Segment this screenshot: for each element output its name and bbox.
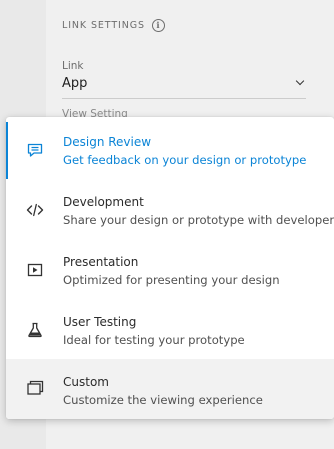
section-title: LINK SETTINGS (62, 20, 145, 31)
link-label: Link (62, 60, 84, 72)
view-setting-menu: Design Review Get feedback on your desig… (6, 117, 334, 419)
link-value: App (62, 76, 88, 91)
menu-item-custom[interactable]: Custom Customize the viewing experience (6, 359, 334, 419)
menu-item-description: Optimized for presenting your design (63, 273, 280, 287)
menu-item-presentation[interactable]: Presentation Optimized for presenting yo… (6, 239, 334, 299)
flask-icon (26, 321, 44, 339)
menu-item-title: Custom (63, 375, 109, 389)
menu-item-development[interactable]: Development Share your design or prototy… (6, 179, 334, 239)
code-icon (26, 201, 44, 219)
menu-item-title: User Testing (63, 315, 137, 329)
menu-item-description: Share your design or prototype with deve… (63, 213, 334, 227)
menu-item-design-review[interactable]: Design Review Get feedback on your desig… (6, 119, 334, 179)
windows-icon (26, 379, 44, 397)
comment-icon (26, 141, 44, 159)
menu-item-description: Get feedback on your design or prototype (63, 153, 307, 167)
play-icon (26, 261, 44, 279)
menu-item-title: Development (63, 195, 144, 209)
section-header: LINK SETTINGS i (62, 19, 165, 32)
menu-item-title: Presentation (63, 255, 139, 269)
menu-item-description: Ideal for testing your prototype (63, 333, 245, 347)
chevron-down-icon (295, 76, 305, 86)
menu-item-description: Customize the viewing experience (63, 393, 263, 407)
info-icon[interactable]: i (151, 19, 165, 32)
link-dropdown[interactable]: App (62, 76, 306, 99)
menu-item-title: Design Review (63, 135, 152, 149)
menu-item-user-testing[interactable]: User Testing Ideal for testing your prot… (6, 299, 334, 359)
